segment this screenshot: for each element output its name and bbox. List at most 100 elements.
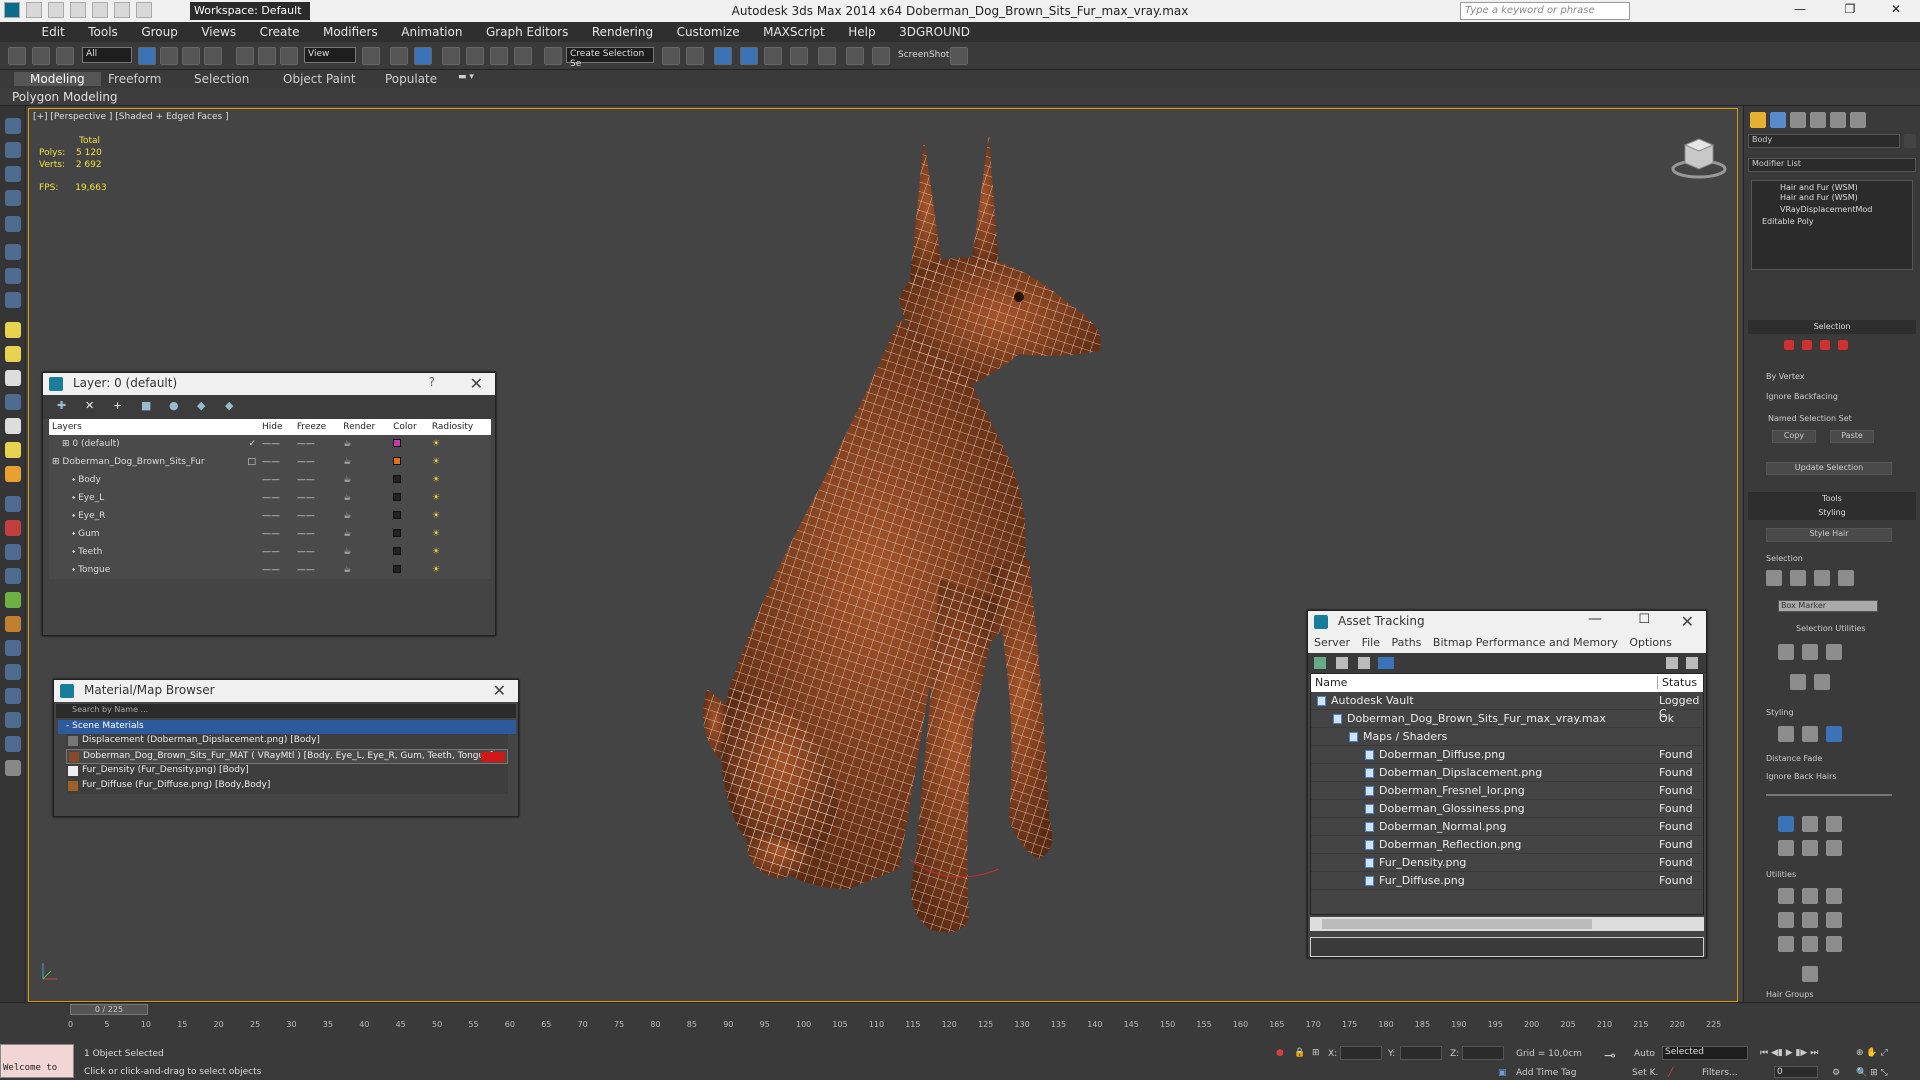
help-icon[interactable]: ?: [429, 375, 435, 389]
by-vertex-checkbox[interactable]: By Vertex: [1766, 372, 1804, 381]
selection-filter-dropdown[interactable]: All: [82, 47, 132, 63]
freeze-toggle[interactable]: ——: [293, 489, 341, 507]
pivot-icon[interactable]: [362, 47, 380, 65]
stack-item[interactable]: Editable Poly: [1752, 217, 1912, 229]
layer-expand-icon[interactable]: ⬩: [52, 493, 78, 503]
named-selection-dropdown[interactable]: Create Selection Se: [566, 47, 654, 69]
render-teapot-icon[interactable]: ☕: [340, 489, 391, 507]
menu-maxscript[interactable]: MAXScript: [753, 22, 835, 42]
layer-color-swatch[interactable]: [393, 492, 402, 501]
toggle-collisions-icon[interactable]: [1826, 912, 1842, 928]
asset-panel-header[interactable]: Asset Tracking — ☐ ✕: [1308, 611, 1706, 633]
hide-toggle[interactable]: ——: [259, 525, 294, 543]
motion-tab-icon[interactable]: [1810, 112, 1826, 128]
ref-coord-dropdown[interactable]: View: [304, 47, 356, 63]
tab-freeform[interactable]: Freeform: [108, 72, 161, 86]
time-slider[interactable]: 0 / 225: [70, 1004, 148, 1015]
menu-tools[interactable]: Tools: [78, 22, 128, 42]
hierarchy-tab-icon[interactable]: [1790, 112, 1806, 128]
copy-button[interactable]: Copy: [1772, 430, 1816, 443]
render-setup-icon[interactable]: [846, 47, 864, 65]
utilities-tab-icon[interactable]: [1850, 112, 1866, 128]
select-hair-icon[interactable]: [1766, 570, 1782, 586]
menu-create[interactable]: Create: [250, 22, 310, 42]
hair-brush-icon[interactable]: [1778, 726, 1794, 742]
asset-row[interactable]: Fur_Density.png Found: [1311, 854, 1703, 872]
menu-animation[interactable]: Animation: [391, 22, 472, 42]
layer-color-swatch[interactable]: [393, 456, 402, 465]
layer-expand-icon[interactable]: ⬩: [52, 547, 78, 557]
unlink-icon[interactable]: [32, 47, 50, 65]
unlock-icon[interactable]: [1826, 936, 1842, 952]
hide-toggle[interactable]: ——: [259, 453, 294, 471]
render-teapot-icon[interactable]: ☕: [340, 453, 391, 471]
toolstrip-icon-24[interactable]: [5, 688, 21, 704]
close-icon[interactable]: ✕: [493, 681, 506, 700]
ribbon-options-icon[interactable]: ▬ ▾: [458, 72, 474, 82]
timeline[interactable]: 0 / 225 0 5 10 15 20 25 30 35 40 45 50 55 60 65 70 75 80…: [0, 1002, 1920, 1032]
menu-bitmap-performance[interactable]: Bitmap Performance and Memory: [1433, 636, 1618, 649]
select-hair-icon[interactable]: [1814, 570, 1830, 586]
display-tab-icon[interactable]: [1830, 112, 1846, 128]
close-icon[interactable]: ✕: [1681, 612, 1694, 631]
percent-snap-icon[interactable]: [490, 47, 508, 65]
rotate-selection-icon[interactable]: [1802, 644, 1818, 660]
paste-button[interactable]: Paste: [1830, 430, 1874, 443]
radiosity-icon[interactable]: ☀: [428, 507, 491, 525]
delete-layer-icon[interactable]: ✕: [85, 399, 99, 413]
freeze-toggle[interactable]: ——: [293, 525, 341, 543]
asset-row[interactable]: Doberman_Reflection.png Found: [1311, 836, 1703, 854]
asset-row[interactable]: Doberman_Glossiness.png Found: [1311, 800, 1703, 818]
scrollbar-thumb[interactable]: [1322, 919, 1592, 929]
box-marker-dropdown[interactable]: Box Marker: [1778, 600, 1878, 612]
radiosity-icon[interactable]: ☀: [428, 525, 491, 543]
asset-row[interactable]: Fur_Diffuse.png Found: [1311, 872, 1703, 890]
object-color-swatch[interactable]: [1904, 134, 1916, 148]
radiosity-icon[interactable]: ☀: [428, 543, 491, 561]
key-mode-dropdown[interactable]: Selected: [1662, 1046, 1748, 1060]
stack-item[interactable]: Hair and Fur (WSM): [1752, 181, 1912, 193]
x-coordinate-field[interactable]: [1340, 1046, 1382, 1060]
z-coordinate-field[interactable]: [1462, 1046, 1504, 1060]
puff-roots-icon[interactable]: [1826, 816, 1842, 832]
asset-path-field[interactable]: [1310, 937, 1704, 957]
add-time-tag[interactable]: Add Time Tag: [1516, 1068, 1576, 1078]
menu-group[interactable]: Group: [131, 22, 188, 42]
new-layer-icon[interactable]: ✚: [57, 399, 71, 413]
select-in-layer-icon[interactable]: ■: [141, 399, 155, 413]
show-hidden-icon[interactable]: [1814, 674, 1830, 690]
menu-3dground[interactable]: 3DGROUND: [889, 22, 980, 42]
toolstrip-icon-18[interactable]: [5, 544, 21, 560]
menu-customize[interactable]: Customize: [667, 22, 750, 42]
tools-rollout[interactable]: Tools: [1748, 492, 1916, 506]
toolstrip-icon-14[interactable]: [5, 442, 21, 458]
toolstrip-icon-25[interactable]: [5, 712, 21, 728]
rect-selection-icon[interactable]: [182, 47, 200, 65]
element-subobject-icon[interactable]: [1838, 340, 1848, 350]
toolstrip-icon-15[interactable]: [5, 466, 21, 482]
layer-color-swatch[interactable]: [393, 438, 402, 447]
horizontal-scrollbar[interactable]: [1310, 917, 1704, 931]
maximize-icon[interactable]: ☐: [1638, 612, 1650, 627]
select-hair-icon[interactable]: [1790, 570, 1806, 586]
layer-color-cell[interactable]: [390, 489, 429, 507]
layer-color-swatch[interactable]: [393, 474, 402, 483]
hide-toggle[interactable]: ——: [259, 507, 294, 525]
material-search-input[interactable]: Search by Name ...: [56, 704, 516, 718]
set-key-icon[interactable]: ╱: [1668, 1068, 1673, 1078]
set-key-button[interactable]: Set K.: [1632, 1068, 1658, 1078]
layer-row[interactable]: ⬩ Tongue —— —— ☕ ☀: [49, 561, 491, 579]
doberman-wireframe-model[interactable]: [699, 129, 1259, 989]
menu-file[interactable]: File: [1362, 636, 1380, 649]
link-icon[interactable]: [8, 47, 26, 65]
hair-cut-icon[interactable]: [1802, 726, 1818, 742]
layer-color-swatch[interactable]: [393, 564, 402, 573]
viewport-label[interactable]: [+] [Perspective ] [Shaded + Edged Faces…: [33, 112, 229, 122]
isolate-icon[interactable]: ●: [1276, 1048, 1284, 1058]
update-selection-button[interactable]: Update Selection: [1766, 462, 1892, 475]
hide-all-icon[interactable]: ◆: [197, 399, 211, 413]
freeze-toggle[interactable]: ——: [293, 543, 341, 561]
selection-rollout[interactable]: Selection: [1748, 320, 1916, 334]
layer-panel-header[interactable]: Layer: 0 (default) ? ✕: [43, 373, 495, 395]
toolstrip-icon-17[interactable]: [5, 520, 21, 536]
